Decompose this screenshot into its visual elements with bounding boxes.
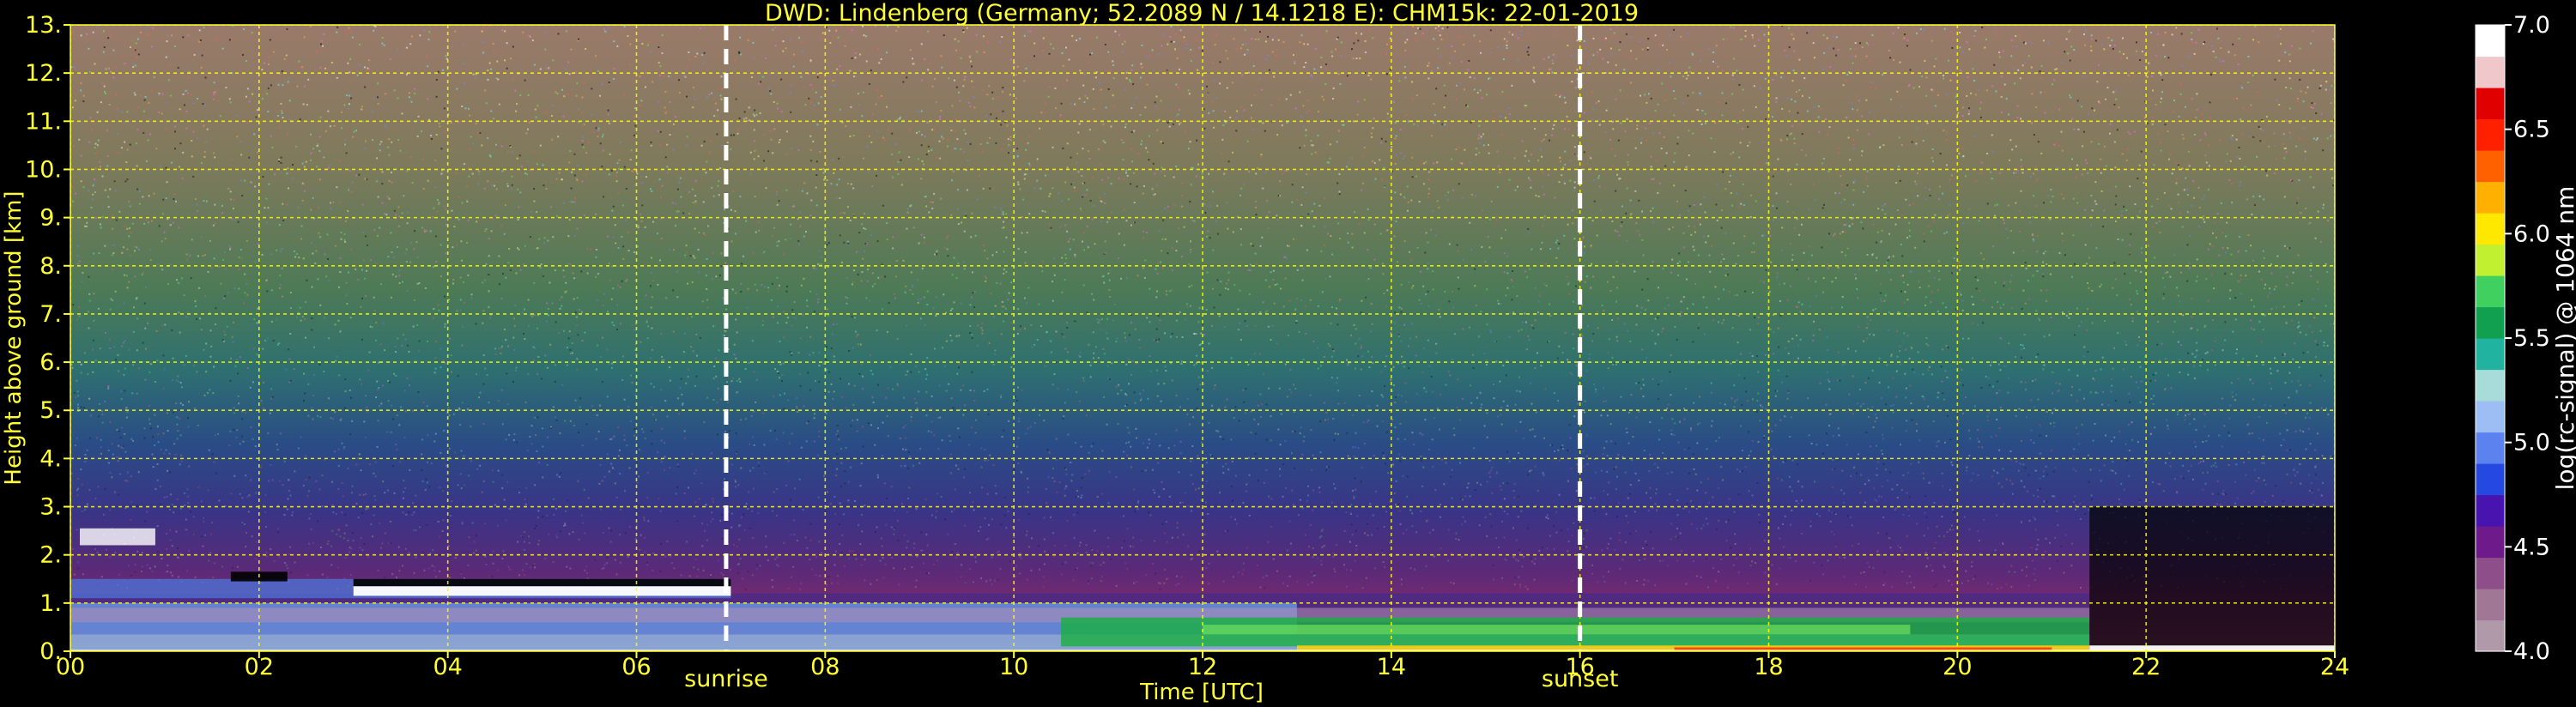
plot-area <box>70 25 2335 651</box>
colorbar-tick-label: 5.5 <box>2513 325 2550 352</box>
x-tick-label: 04 <box>433 654 462 680</box>
x-tick-label: 06 <box>621 654 651 680</box>
fog-black <box>2089 506 2335 651</box>
y-tick-label: 1. <box>39 590 62 617</box>
colorbar-swatch <box>2476 432 2505 464</box>
colorbar-swatch <box>2476 88 2505 120</box>
x-tick-label: 14 <box>1377 654 1406 680</box>
colorbar-swatch <box>2476 338 2505 371</box>
x-tick-label: 18 <box>1754 654 1783 680</box>
colorbar-swatch <box>2476 275 2505 308</box>
y-tick-label: 13. <box>25 12 62 39</box>
y-tick-label: 2. <box>39 542 62 569</box>
x-tick-label: 02 <box>245 654 274 680</box>
y-tick-label: 10. <box>25 156 62 183</box>
y-tick-label: 0. <box>39 638 62 665</box>
colorbar-tick-label: 4.5 <box>2513 534 2550 560</box>
y-axis-label: Height above ground [km] <box>1 190 27 485</box>
x-tick-label: 22 <box>2131 654 2161 680</box>
colorbar-tick-label: 6.0 <box>2513 221 2550 247</box>
colorbar-swatch <box>2476 244 2505 276</box>
y-tick-label: 11. <box>25 108 62 135</box>
colorbar-tick-label: 6.5 <box>2513 117 2550 143</box>
y-tick-label: 8. <box>39 253 62 280</box>
colorbar-label: log(rc-signal) @ 1064 nm <box>2551 186 2576 491</box>
colorbar-swatch <box>2476 306 2505 339</box>
y-tick-label: 3. <box>39 494 62 521</box>
x-axis-label: Time [UTC] <box>1139 680 1264 705</box>
colorbar-swatch <box>2476 369 2505 402</box>
high-cloud-patch <box>79 528 155 546</box>
cloud-top-layer <box>353 578 731 587</box>
colorbar-swatch <box>2476 56 2505 88</box>
sunset-label: sunset <box>1542 666 1619 692</box>
y-tick-label: 7. <box>39 301 62 328</box>
colorbar-swatch <box>2476 494 2505 527</box>
colorbar-swatch <box>2476 25 2505 57</box>
colorbar-tick-label: 5.0 <box>2513 430 2550 456</box>
green-layer-core <box>1203 625 1911 635</box>
chart-title: DWD: Lindenberg (Germany; 52.2089 N / 14… <box>765 0 1639 27</box>
colorbar-swatch <box>2476 401 2505 433</box>
signal-background <box>70 25 2335 651</box>
colorbar-swatch <box>2476 118 2505 151</box>
x-tick-label: 12 <box>1188 654 1217 680</box>
y-tick-label: 6. <box>39 349 62 376</box>
x-tick-label: 24 <box>2320 654 2349 680</box>
colorbar-swatch <box>2476 463 2505 496</box>
y-tick-label: 9. <box>39 205 62 232</box>
colorbar-swatch <box>2476 589 2505 621</box>
sunrise-label: sunrise <box>684 666 768 692</box>
colorbar-tick-label: 4.0 <box>2513 638 2550 665</box>
colorbar-swatch <box>2476 213 2505 245</box>
colorbar-swatch <box>2476 526 2505 559</box>
colorbar-swatch <box>2476 557 2505 589</box>
colorbar-swatch <box>2476 150 2505 183</box>
colorbar-swatch <box>2476 619 2505 652</box>
cloud-base-layer <box>353 586 731 596</box>
y-tick-label: 4. <box>39 445 62 472</box>
x-tick-label: 20 <box>1943 654 1972 680</box>
x-tick-label: 08 <box>810 654 839 680</box>
ceilometer-chart: 00 02 04 06 08 10 12 14 16 18 20 22 24 0.1.2.3.4.5.6… <box>0 0 2576 707</box>
colorbar-tick-label: 7.0 <box>2513 12 2550 39</box>
y-tick-label: 12. <box>25 60 62 87</box>
colorbar-swatch <box>2476 181 2505 214</box>
x-tick-label: 10 <box>999 654 1028 680</box>
y-tick-label: 5. <box>39 397 62 424</box>
